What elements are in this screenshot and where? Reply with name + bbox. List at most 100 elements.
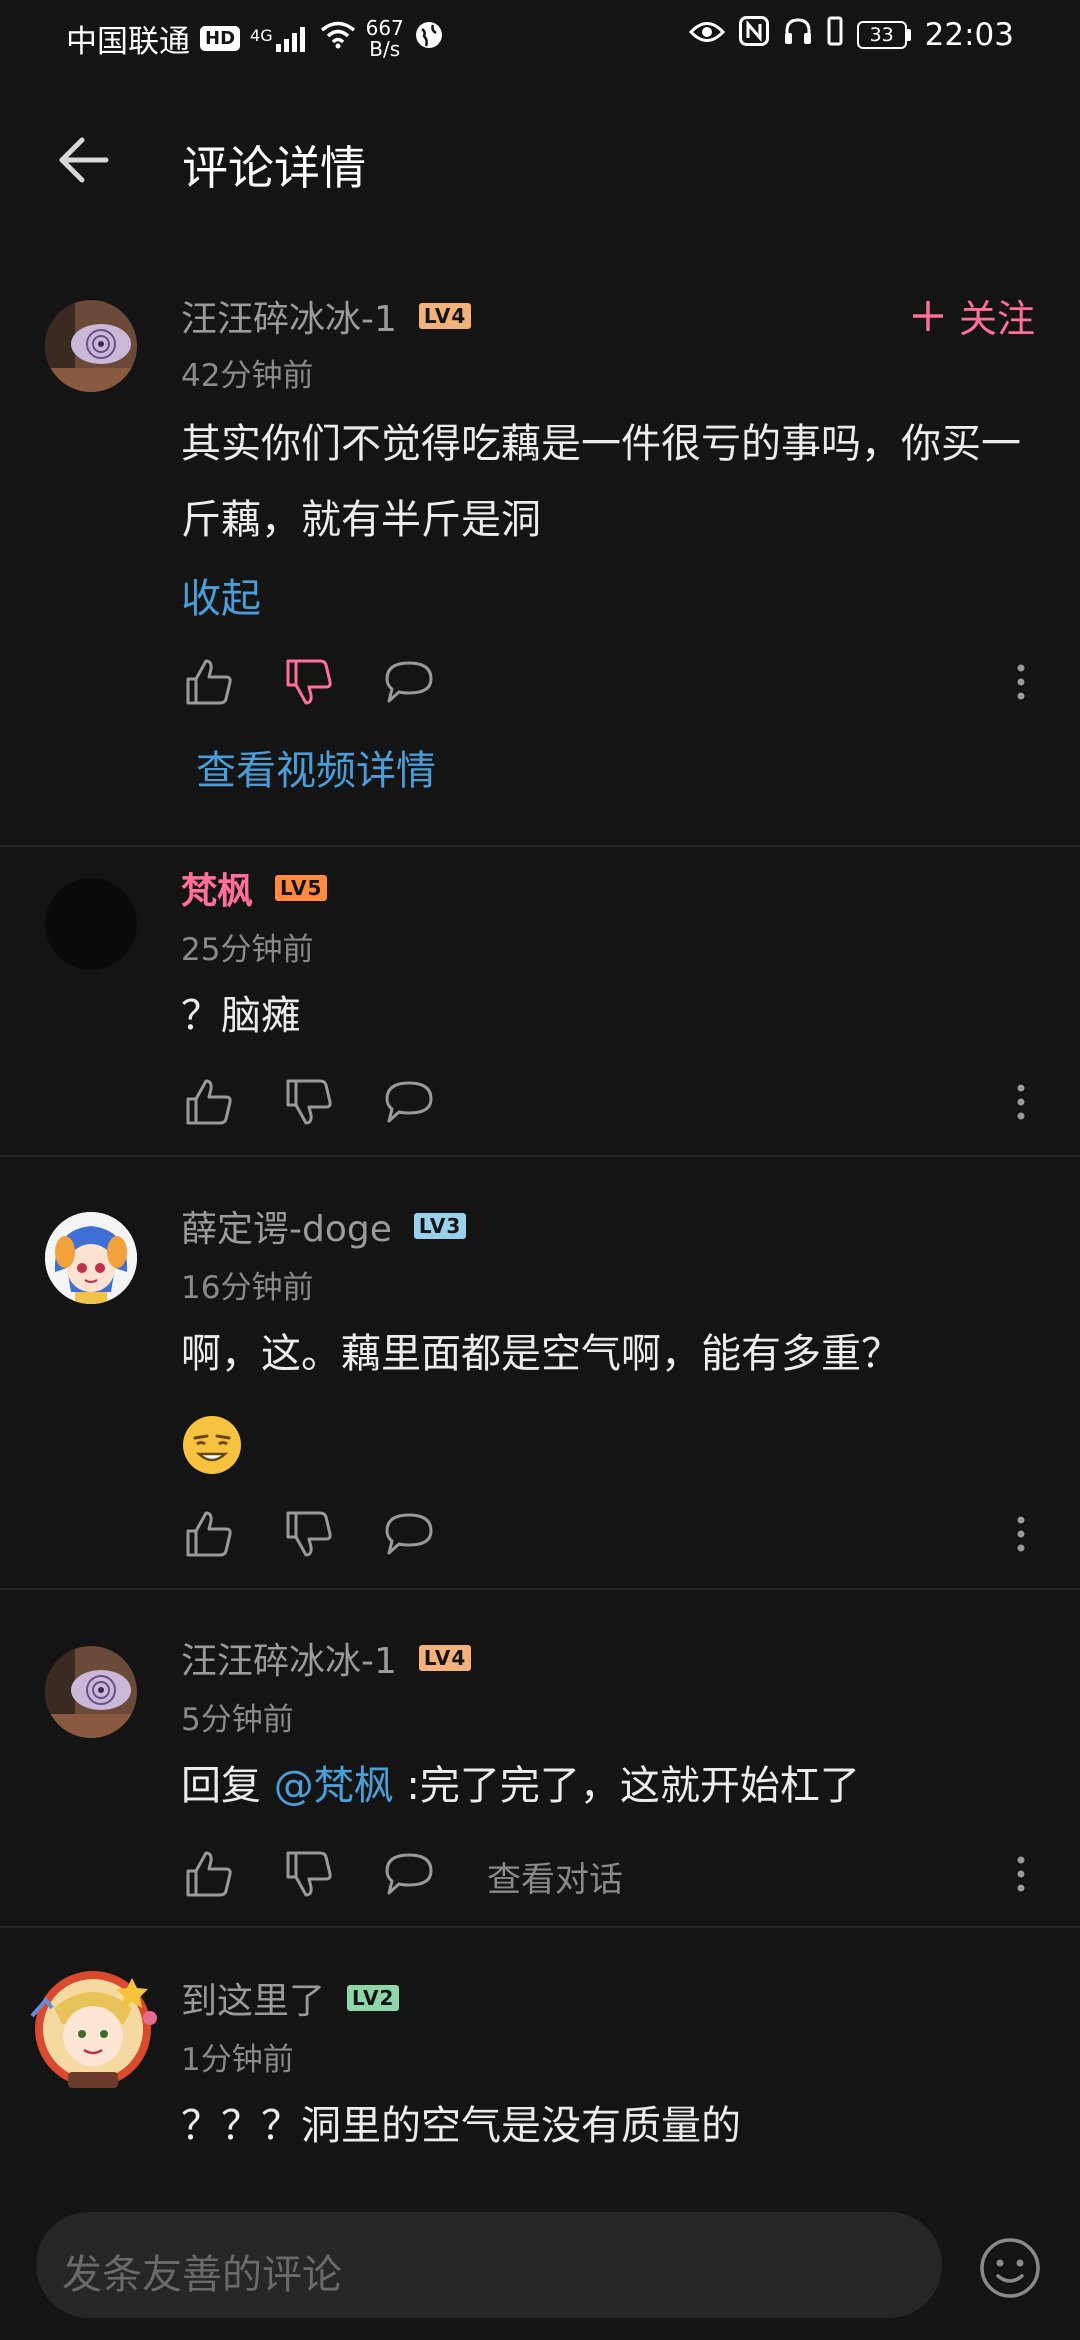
avatar[interactable] <box>45 1646 137 1738</box>
battery-icon: 33 <box>856 21 911 49</box>
level-badge: LV3 <box>413 1213 467 1239</box>
reply-prefix: 回复 <box>181 1763 274 1809</box>
thumb-down-icon <box>286 1511 332 1557</box>
like-button[interactable] <box>181 654 237 710</box>
headphones-icon <box>783 16 813 54</box>
comment-time: 5分钟前 <box>181 1702 294 1738</box>
thumb-up-icon <box>186 1079 232 1125</box>
network-speed: 667 B/s <box>365 15 404 60</box>
level-badge: LV5 <box>275 875 328 901</box>
battery-level: 33 <box>856 21 907 49</box>
more-vertical-icon <box>1017 1856 1025 1892</box>
more-vertical-icon <box>1017 1516 1025 1552</box>
like-button[interactable] <box>181 1074 237 1130</box>
follow-label: 关注 <box>958 297 1035 341</box>
username[interactable]: 薛定谔-doge <box>181 1200 392 1252</box>
comment-input[interactable]: 发条友善的评论 <box>36 2212 942 2318</box>
level-badge: LV2 <box>347 1985 400 2011</box>
plus-icon <box>912 300 943 331</box>
avatar[interactable] <box>45 300 137 392</box>
page: 中国联通 HD 4G 667 B/s 33 22:03 评论详情 汪汪碎冰冰-1… <box>0 0 1080 2340</box>
comment-actions <box>181 654 1041 710</box>
comment-actions: 查看对话 <box>181 1846 1041 1902</box>
network-type: 4G <box>250 25 273 45</box>
username[interactable]: 到这里了 <box>181 1972 325 2024</box>
comment-icon <box>385 1081 433 1123</box>
more-button[interactable] <box>1001 1506 1041 1562</box>
more-button[interactable] <box>1001 1074 1041 1130</box>
comment-text: ？？？洞里的空气是没有质量的 <box>181 2103 741 2149</box>
level-badge: LV4 <box>418 1645 472 1671</box>
avatar[interactable] <box>45 878 137 970</box>
reply-button[interactable] <box>381 654 437 710</box>
wifi-icon <box>320 21 356 57</box>
view-video-detail-link[interactable]: 查看视频详情 <box>196 738 436 796</box>
comment-actions <box>181 1506 1041 1562</box>
divider <box>0 1155 1080 1157</box>
hd-badge: HD <box>200 26 241 51</box>
divider <box>0 1926 1080 1928</box>
doge-emoji <box>181 1414 243 1476</box>
back-button[interactable] <box>48 124 120 196</box>
more-button[interactable] <box>1001 1846 1041 1902</box>
reply-button[interactable] <box>381 1074 437 1130</box>
comment-text: ？脑瘫 <box>181 993 301 1039</box>
reply-item: 梵枫 LV5 25分钟前 ？脑瘫 <box>0 862 1080 1152</box>
follow-button[interactable]: 关注 <box>911 288 1035 343</box>
avatar[interactable] <box>24 1960 162 2098</box>
collapse-link[interactable]: 收起 <box>181 566 261 624</box>
thumb-down-icon <box>286 659 332 705</box>
thumb-up-icon <box>186 1851 232 1897</box>
thumb-up-icon <box>186 1511 232 1557</box>
dislike-button[interactable] <box>281 1506 337 1562</box>
globe-icon <box>414 20 444 58</box>
dislike-button[interactable] <box>281 1846 337 1902</box>
dislike-button[interactable] <box>281 1074 337 1130</box>
username-row: 梵枫 LV5 <box>181 862 328 914</box>
divider <box>0 1588 1080 1590</box>
comment-input-placeholder: 发条友善的评论 <box>62 2252 342 2298</box>
view-conversation-link[interactable]: 查看对话 <box>487 1852 623 1901</box>
more-vertical-icon <box>1017 1084 1025 1120</box>
status-bar: 中国联通 HD 4G 667 B/s 33 22:03 <box>0 0 1080 76</box>
page-header: 评论详情 <box>0 110 1080 210</box>
comment-icon <box>385 1513 433 1555</box>
more-button[interactable] <box>1001 654 1041 710</box>
like-button[interactable] <box>181 1506 237 1562</box>
avatar[interactable] <box>45 1212 137 1304</box>
main-comment: 汪汪碎冰冰-1 LV4 关注 42分钟前 其实你们不觉得吃藕是一件很亏的事吗，你… <box>0 290 1080 845</box>
comment-time: 25分钟前 <box>181 932 314 968</box>
comment-input-bar: 发条友善的评论 <box>0 2190 1080 2340</box>
more-vertical-icon <box>1017 664 1025 700</box>
page-title: 评论详情 <box>182 141 366 195</box>
clock: 22:03 <box>924 17 1014 53</box>
reply-button[interactable] <box>381 1506 437 1562</box>
emoji-button[interactable] <box>978 2236 1042 2300</box>
comment-actions <box>181 1074 1041 1130</box>
mention-link[interactable]: @梵枫 <box>274 1763 394 1809</box>
like-button[interactable] <box>181 1846 237 1902</box>
comment-time: 1分钟前 <box>181 2042 294 2078</box>
reply-item: 汪汪碎冰冰-1 LV4 5分钟前 回复 @梵枫 :完了完了，这就开始杠了 查看对… <box>0 1632 1080 1922</box>
back-arrow-icon <box>59 137 109 183</box>
username[interactable]: 汪汪碎冰冰-1 <box>181 1632 397 1684</box>
comment-time: 16分钟前 <box>181 1270 314 1306</box>
comment-text: 回复 @梵枫 :完了完了，这就开始杠了 <box>181 1748 1041 1824</box>
username-row: 到这里了 LV2 <box>181 1972 400 2024</box>
thumb-down-icon <box>286 1851 332 1897</box>
emoji-icon <box>980 2238 1040 2298</box>
comment-text: 啊，这。藕里面都是空气啊，能有多重？ <box>181 1331 901 1377</box>
username-row: 汪汪碎冰冰-1 LV4 <box>181 1632 472 1684</box>
reply-item: 到这里了 LV2 1分钟前 ？？？洞里的空气是没有质量的 <box>0 1971 1080 2182</box>
thumb-down-icon <box>286 1079 332 1125</box>
nfc-icon <box>738 16 769 54</box>
reply-item: 薛定谔-doge LV3 16分钟前 啊，这。藕里面都是空气啊，能有多重？ <box>0 1200 1080 1580</box>
username[interactable]: 梵枫 <box>181 862 253 914</box>
dislike-button[interactable] <box>281 654 337 710</box>
username-row: 汪汪碎冰冰-1 LV4 <box>181 290 472 342</box>
speed-value: 667 <box>365 15 404 40</box>
username[interactable]: 汪汪碎冰冰-1 <box>181 290 397 342</box>
reply-button[interactable] <box>381 1846 437 1902</box>
divider <box>0 845 1080 847</box>
username-row: 薛定谔-doge LV3 <box>181 1200 467 1252</box>
